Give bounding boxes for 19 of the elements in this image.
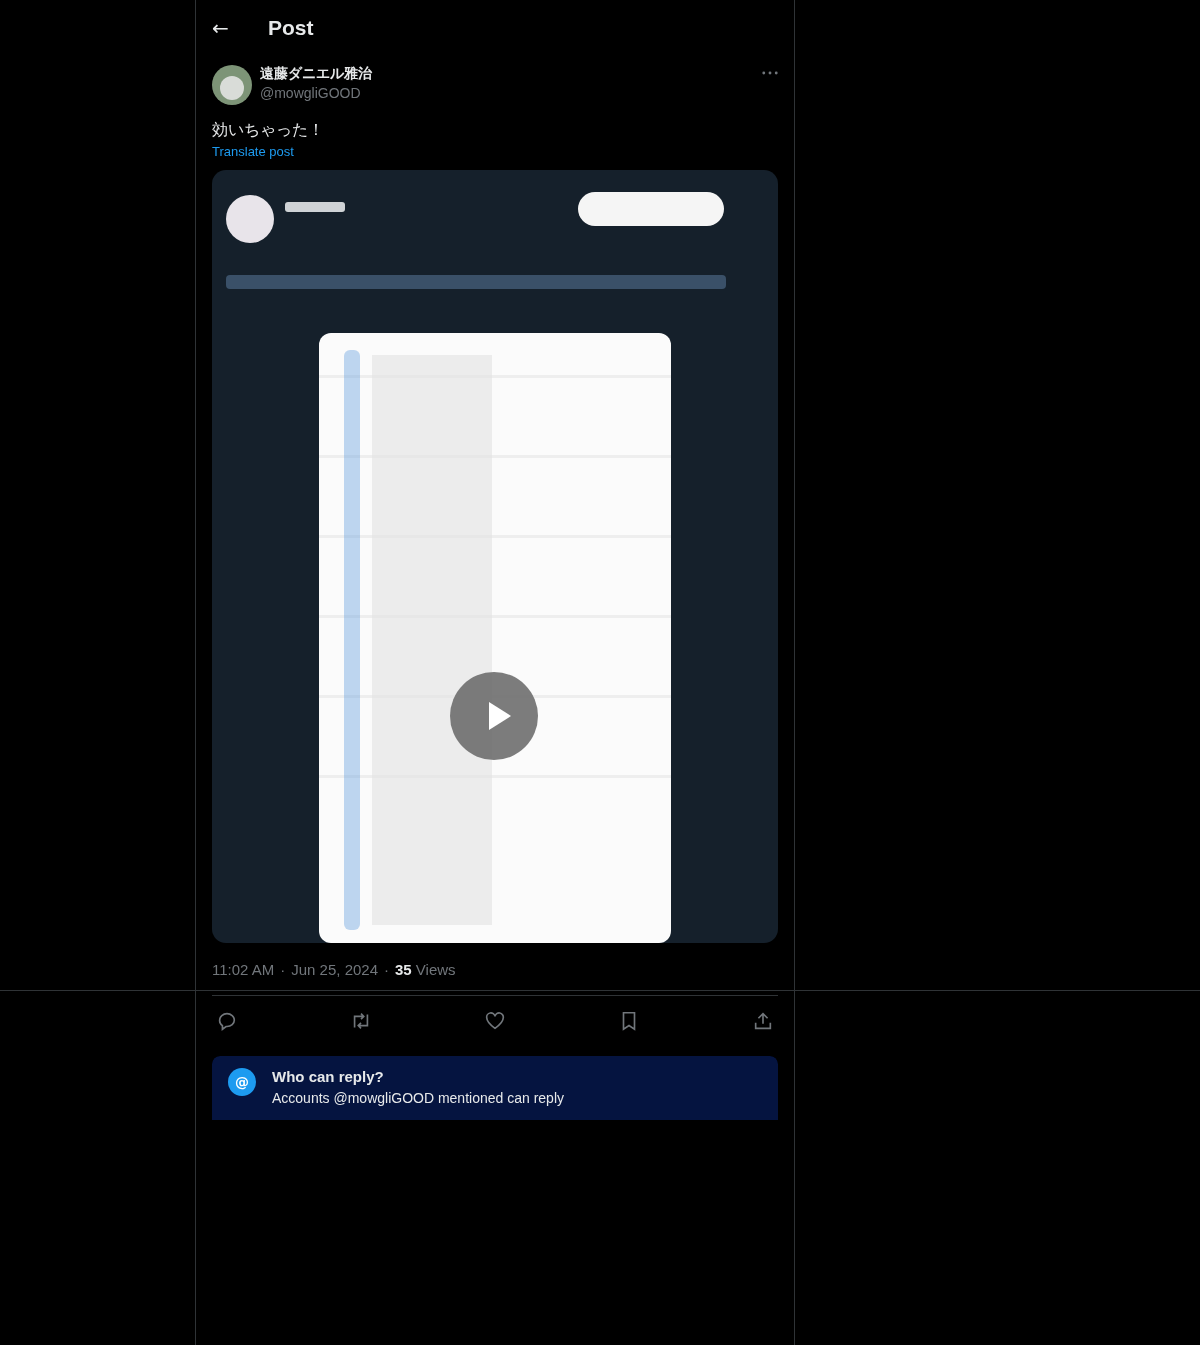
notice-text: Accounts @mowgliGOOD mentioned can reply — [272, 1089, 564, 1108]
author-name[interactable]: 遠藤ダニエル雅治 — [260, 63, 762, 83]
post-text: 効いちゃった！ — [212, 119, 325, 141]
post-time: 11:02 AM — [212, 961, 275, 980]
notice-title: Who can reply? — [272, 1067, 385, 1087]
share-icon[interactable] — [752, 1010, 774, 1032]
avatar[interactable] — [212, 65, 252, 105]
author-handle[interactable]: @mowgliGOOD — [260, 83, 762, 103]
post-date: Jun 25, 2024 — [291, 961, 378, 980]
separator-dot: · — [384, 961, 389, 980]
more-icon[interactable] — [762, 71, 778, 75]
back-button[interactable]: ← — [212, 15, 252, 40]
page-title: Post — [268, 15, 314, 40]
reply-icon[interactable] — [216, 1010, 238, 1032]
view-count[interactable]: 35 Views — [395, 961, 456, 983]
separator-dot: · — [280, 961, 286, 980]
heart-icon[interactable] — [484, 1010, 506, 1032]
mention-icon: @ — [228, 1068, 256, 1096]
translate-link[interactable]: Translate post — [212, 144, 294, 159]
